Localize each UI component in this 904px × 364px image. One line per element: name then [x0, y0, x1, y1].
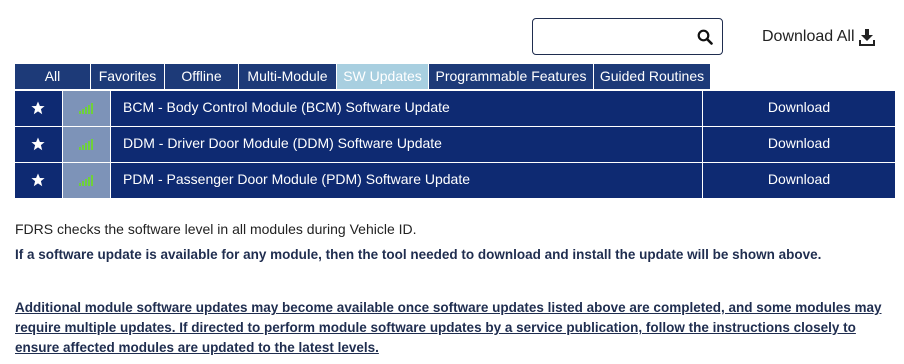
signal-strength-icon — [79, 103, 93, 114]
tab-all[interactable]: All — [15, 64, 91, 89]
search-box[interactable] — [532, 18, 723, 55]
module-update-title: PDM - Passenger Door Module (PDM) Softwa… — [111, 163, 702, 198]
favorite-cell[interactable] — [15, 163, 62, 198]
tab-programmable-features[interactable]: Programmable Features — [429, 64, 594, 89]
info-bold-text: If a software update is available for an… — [15, 247, 822, 262]
tab-favorites[interactable]: Favorites — [91, 64, 165, 89]
download-button[interactable]: Download — [703, 163, 895, 198]
download-all-label: Download All — [762, 28, 855, 45]
tab-offline[interactable]: Offline — [165, 64, 239, 89]
status-cell — [63, 127, 110, 162]
tab-sw-updates[interactable]: SW Updates — [337, 64, 429, 89]
favorite-cell[interactable] — [15, 91, 62, 126]
table-row: BCM - Body Control Module (BCM) Software… — [15, 91, 895, 126]
module-update-title: DDM - Driver Door Module (DDM) Software … — [111, 127, 702, 162]
info-text: FDRS checks the software level in all mo… — [15, 221, 417, 237]
star-icon[interactable] — [31, 137, 45, 151]
tab-guided-routines[interactable]: Guided Routines — [594, 64, 711, 89]
star-icon[interactable] — [31, 173, 45, 187]
module-update-title: BCM - Body Control Module (BCM) Software… — [111, 91, 702, 126]
download-icon — [858, 28, 875, 46]
download-all-button[interactable]: Download All — [762, 26, 875, 48]
status-cell — [63, 91, 110, 126]
table-row: PDM - Passenger Door Module (PDM) Softwa… — [15, 163, 895, 198]
download-button[interactable]: Download — [703, 127, 895, 162]
star-icon[interactable] — [31, 101, 45, 115]
signal-strength-icon — [79, 139, 93, 150]
search-icon[interactable] — [697, 29, 713, 45]
favorite-cell[interactable] — [15, 127, 62, 162]
signal-strength-icon — [79, 175, 93, 186]
status-cell — [63, 163, 110, 198]
search-input[interactable] — [539, 25, 689, 49]
download-button[interactable]: Download — [703, 91, 895, 126]
table-row: DDM - Driver Door Module (DDM) Software … — [15, 127, 895, 162]
tab-multi-module[interactable]: Multi-Module — [239, 64, 337, 89]
info-link[interactable]: Additional module software updates may b… — [15, 298, 895, 358]
